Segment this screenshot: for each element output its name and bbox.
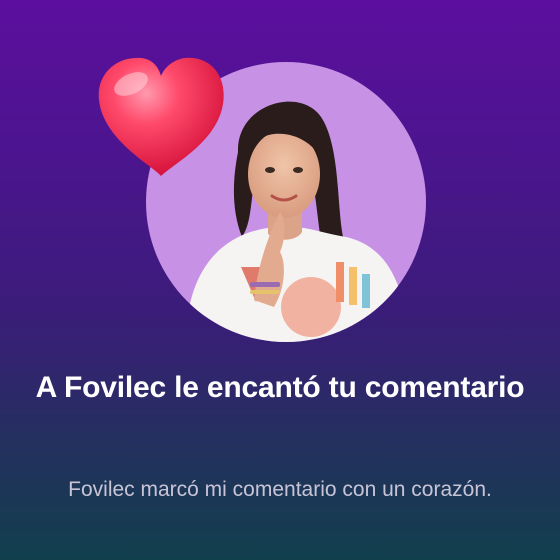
notification-title: A Fovilec le encantó tu comentario: [35, 371, 525, 404]
notification-card: A Fovilec le encantó tu comentario Fovil…: [0, 0, 560, 560]
heart-icon: [98, 57, 224, 176]
notification-subtitle: Fovilec marcó mi comentario con un coraz…: [68, 478, 492, 501]
